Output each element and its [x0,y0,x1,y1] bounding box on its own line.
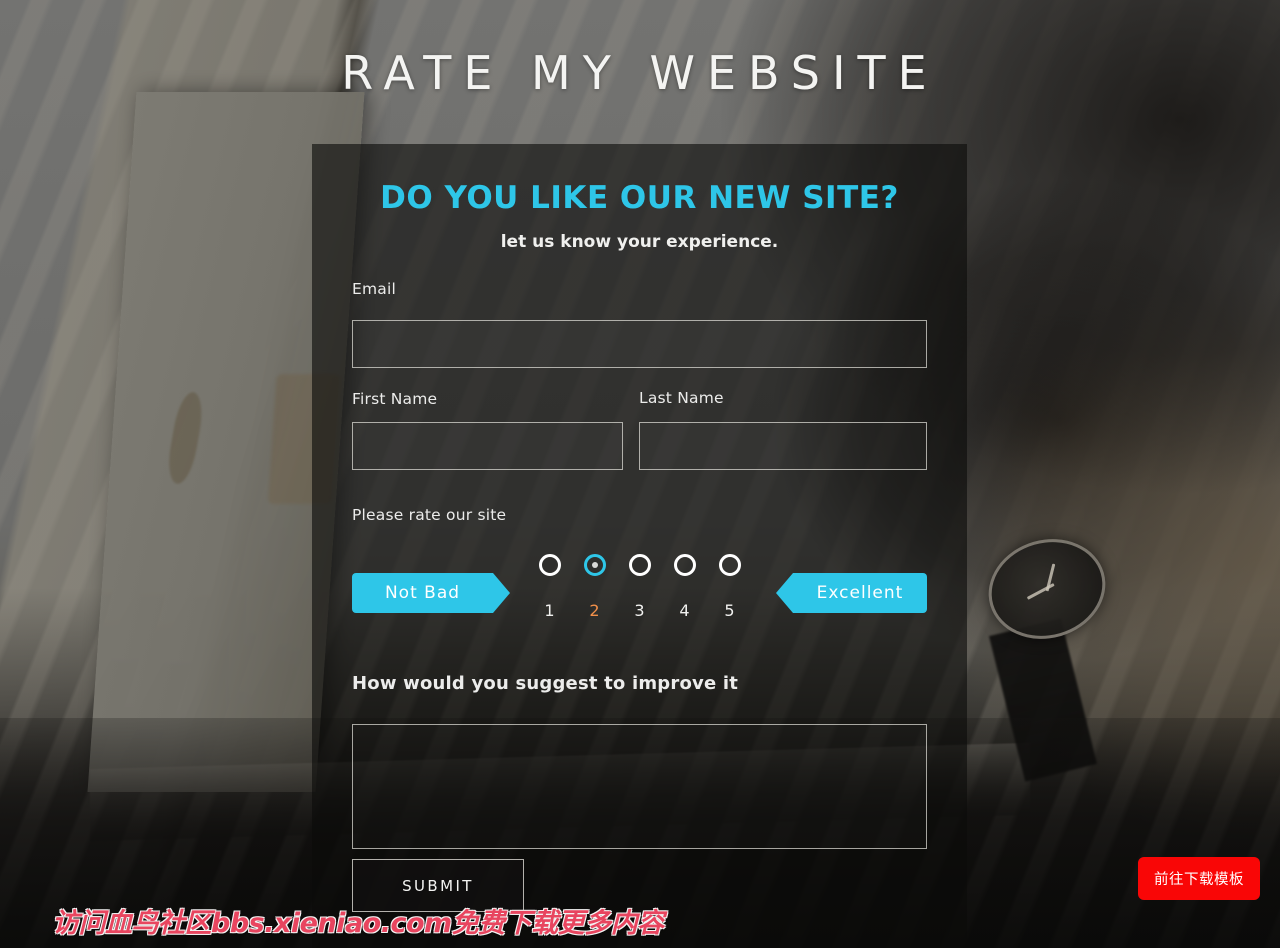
watch-minute-hand [1026,583,1055,601]
page-root: RATE MY WEBSITE DO YOU LIKE OUR NEW SITE… [0,0,1280,948]
email-input[interactable] [352,320,927,368]
site-watermark: 访问血鸟社区bbs.xieniao.com免费下载更多内容 [52,908,664,939]
rating-radio-3-icon[interactable] [628,554,651,576]
last-name-label: Last Name [639,389,724,407]
first-name-label: First Name [352,390,438,408]
rating-option-4[interactable]: 4 [673,554,696,620]
rating-option-1[interactable]: 1 [538,554,561,620]
rating-radio-1-icon[interactable] [538,554,561,576]
email-label: Email [352,280,397,298]
rating-radio-5-icon[interactable] [718,554,741,576]
laptop-sticker-1 [164,390,207,486]
rating-number-4: 4 [679,601,690,620]
rating-radio-4-icon[interactable] [673,554,696,576]
page-title: RATE MY WEBSITE [341,46,939,100]
form-heading: DO YOU LIKE OUR NEW SITE? [380,180,899,216]
first-name-input[interactable] [352,422,623,470]
rating-number-1: 1 [544,601,555,620]
rating-option-5[interactable]: 5 [718,554,741,620]
rating-radio-2-icon[interactable] [583,554,606,576]
form-subheading: let us know your experience. [500,232,779,252]
rating-option-3[interactable]: 3 [628,554,651,620]
download-template-button[interactable]: 前往下载模板 [1138,857,1260,900]
rating-radio-group: 1 2 3 4 5 [312,554,967,620]
improve-label: How would you suggest to improve it [352,673,739,694]
rating-number-5: 5 [724,601,735,620]
rating-option-2[interactable]: 2 [583,554,606,620]
rating-number-2: 2 [589,601,600,620]
last-name-input[interactable] [639,422,927,470]
rating-label: Please rate our site [352,506,507,524]
rating-number-3: 3 [634,601,645,620]
improve-textarea[interactable] [352,724,927,849]
feedback-form-panel: DO YOU LIKE OUR NEW SITE? let us know yo… [312,144,967,948]
